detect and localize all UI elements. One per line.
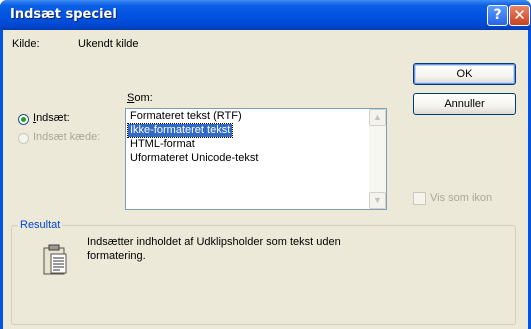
ok-button[interactable]: OK bbox=[413, 63, 516, 85]
scroll-up-icon[interactable]: ▲ bbox=[369, 109, 386, 126]
result-description: Indsætter indholdet af Udklipsholder som… bbox=[87, 235, 387, 263]
paste-special-dialog: Indsæt speciel ? ✕ Kilde: Ukendt kilde S… bbox=[0, 0, 531, 329]
source-label: Kilde: bbox=[12, 38, 40, 50]
paste-link-radio[interactable] bbox=[18, 133, 29, 144]
list-item[interactable]: HTML-format bbox=[128, 138, 197, 151]
paste-radio-label[interactable]: Indsæt: bbox=[33, 112, 70, 124]
result-line-2: formatering. bbox=[87, 250, 146, 262]
list-item[interactable]: Ikke-formateret tekst bbox=[126, 123, 234, 138]
listbox-scrollbar[interactable]: ▲ ▼ bbox=[369, 109, 386, 209]
cancel-button[interactable]: Annuller bbox=[413, 93, 516, 115]
as-label: Som: bbox=[127, 92, 153, 104]
paste-link-radio-label[interactable]: Indsæt kæde: bbox=[33, 131, 100, 143]
display-as-icon-checkbox[interactable] bbox=[413, 192, 426, 205]
list-item[interactable]: Formateret tekst (RTF) bbox=[128, 110, 244, 123]
scroll-down-icon[interactable]: ▼ bbox=[369, 192, 386, 209]
close-button[interactable]: ✕ bbox=[509, 5, 530, 26]
help-button[interactable]: ? bbox=[487, 5, 508, 26]
source-value: Ukendt kilde bbox=[78, 38, 139, 50]
title-bar[interactable]: Indsæt speciel ? ✕ bbox=[0, 0, 531, 30]
list-item[interactable]: Uformateret Unicode-tekst bbox=[128, 152, 260, 165]
dialog-title: Indsæt speciel bbox=[10, 7, 117, 22]
result-title: Resultat bbox=[18, 219, 63, 231]
result-line-1: Indsætter indholdet af Udklipsholder som… bbox=[87, 236, 341, 248]
clipboard-icon bbox=[43, 244, 67, 275]
paste-radio[interactable] bbox=[18, 114, 29, 125]
display-as-icon-label: Vis som ikon bbox=[430, 192, 493, 204]
format-listbox[interactable]: Formateret tekst (RTF) Ikke-formateret t… bbox=[125, 108, 387, 210]
